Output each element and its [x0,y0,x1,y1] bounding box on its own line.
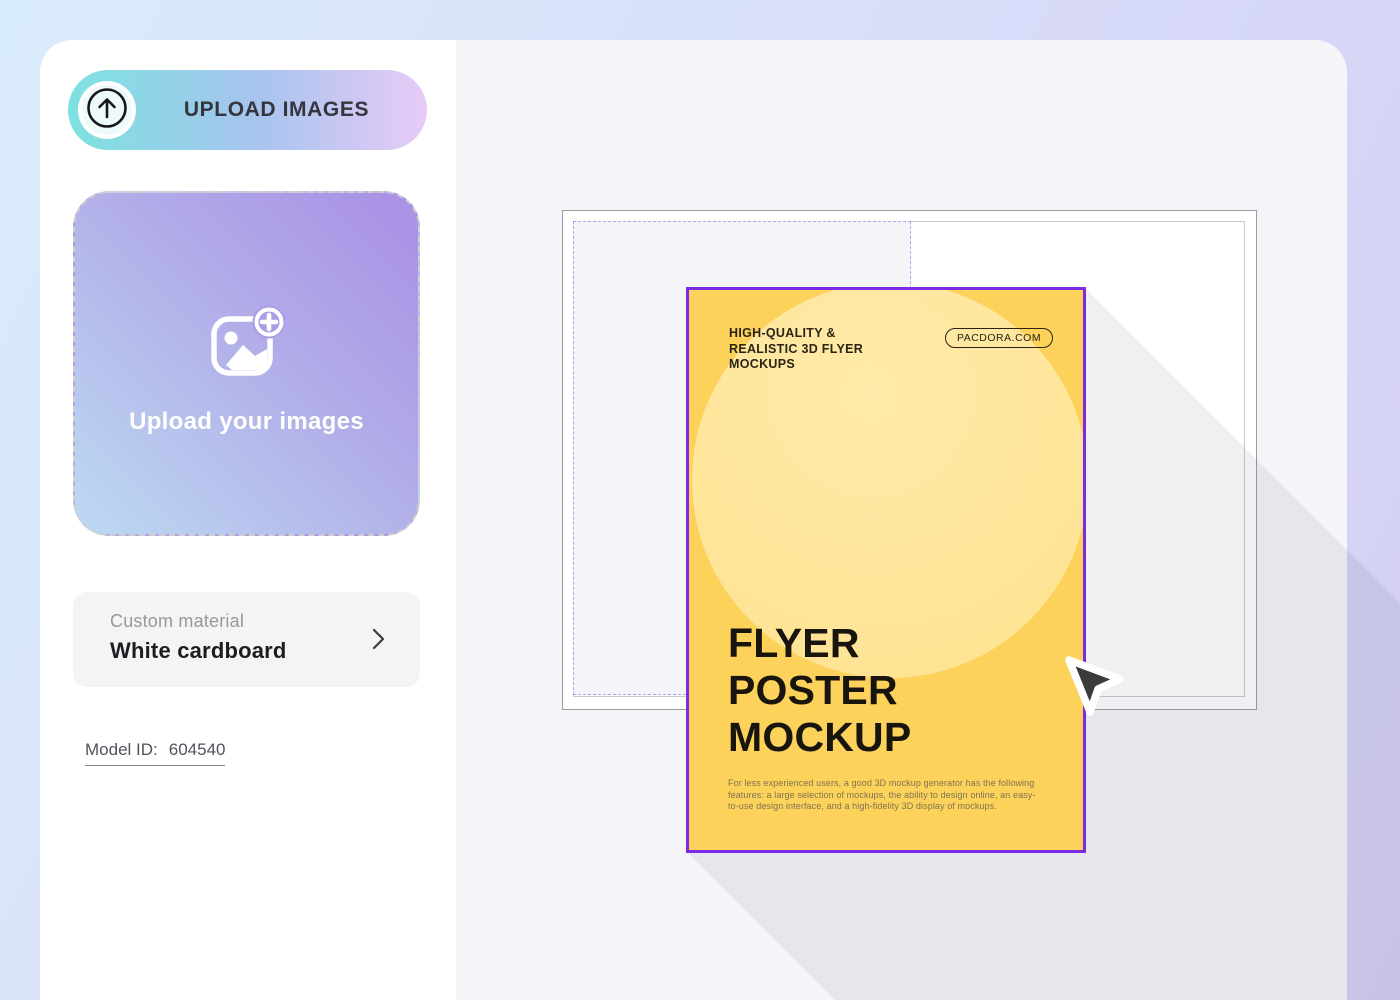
flyer-title: FLYER POSTER MOCKUP [728,620,911,761]
material-selector-label: Custom material [110,611,244,632]
arrow-up-circle-icon [85,86,129,135]
model-id-link[interactable]: Model ID: 604540 [85,740,225,766]
model-id-label: Model ID: [85,740,158,759]
flyer-body-text: For less experienced users, a good 3D mo… [728,778,1036,813]
upload-dropzone[interactable]: Upload your images [73,191,420,536]
sidebar: UPLOAD IMAGES Upload your images Cus [40,40,456,1000]
model-id-value: 604540 [169,740,226,759]
flyer-header-text: HIGH-QUALITY & REALISTIC 3D FLYER MOCKUP… [729,326,863,373]
dropzone-label: Upload your images [129,408,364,436]
flyer-url-badge: PACDORA.COM [945,328,1053,348]
image-plus-icon [208,305,286,382]
mockup-editor-page: UPLOAD IMAGES Upload your images Cus [0,0,1400,1000]
arrow-pointer-icon [1056,646,1138,735]
upload-button-circle [78,81,136,139]
material-selector-value: White cardboard [110,638,287,664]
material-selector[interactable]: Custom material White cardboard [73,592,420,687]
chevron-right-icon [366,626,390,657]
upload-images-button[interactable]: UPLOAD IMAGES [68,70,427,150]
flyer-design[interactable]: HIGH-QUALITY & REALISTIC 3D FLYER MOCKUP… [686,287,1086,853]
